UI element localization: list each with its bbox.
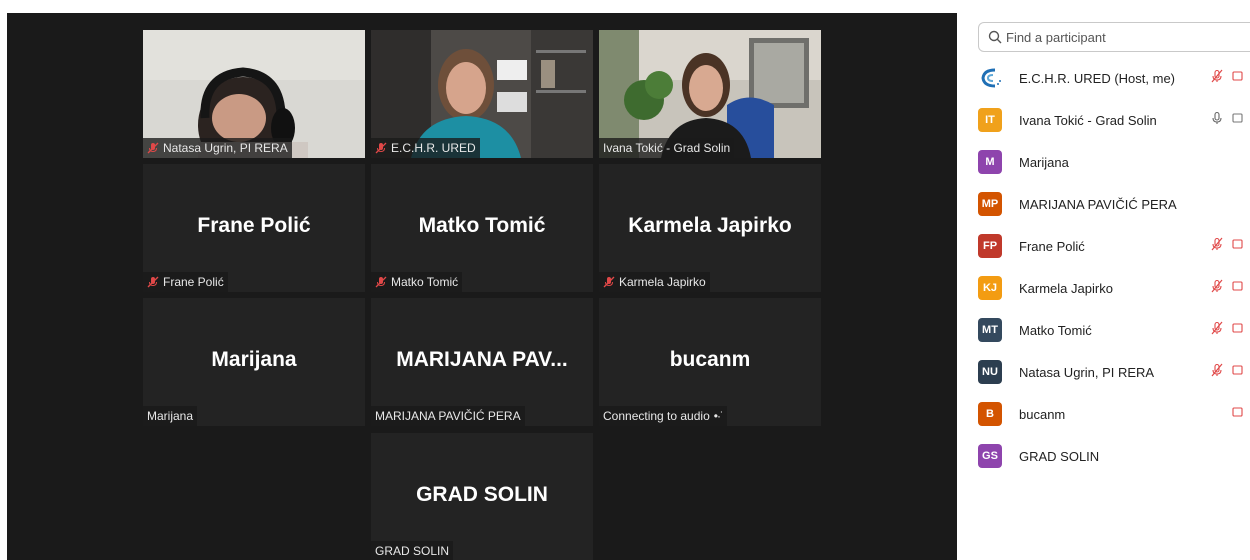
mic-muted-icon[interactable] bbox=[1210, 363, 1232, 380]
participant-row[interactable]: GS GRAD SOLIN bbox=[978, 435, 1250, 477]
participant-name-tag: Connecting to audio •·˙ bbox=[599, 406, 727, 426]
mic-muted-icon bbox=[147, 141, 163, 155]
participant-search-input[interactable]: Find a participant bbox=[978, 22, 1250, 52]
participant-display-name: Frane Polić bbox=[197, 214, 311, 238]
participant-tile[interactable]: Marijana Marijana bbox=[143, 298, 365, 426]
participant-tile[interactable]: GRAD SOLIN GRAD SOLIN bbox=[371, 433, 593, 560]
meeting-window: Natasa Ugrin, PI RERA E.C.H.R. URED Ivana … bbox=[0, 0, 1250, 560]
participant-label: Natasa Ugrin, PI RERA bbox=[163, 141, 288, 155]
participant-status-icons bbox=[1210, 405, 1250, 422]
video-icon[interactable] bbox=[1232, 321, 1250, 338]
participant-name-tag: Natasa Ugrin, PI RERA bbox=[143, 138, 292, 158]
participants-panel: Find a participant E.C.H.R. URED (Host, … bbox=[958, 0, 1250, 560]
mic-muted-icon bbox=[147, 275, 163, 289]
participant-tile[interactable]: Karmela Japirko Karmela Japirko bbox=[599, 164, 821, 292]
participant-row[interactable]: E.C.H.R. URED (Host, me) bbox=[978, 57, 1250, 99]
participant-name-tag: MARIJANA PAVIČIĆ PERA bbox=[371, 406, 525, 426]
participant-name-tag: GRAD SOLIN bbox=[371, 541, 454, 560]
participant-row[interactable]: MT Matko Tomić bbox=[978, 309, 1250, 351]
participant-status-icons bbox=[1210, 69, 1250, 86]
participant-row[interactable]: MP MARIJANA PAVIČIĆ PERA bbox=[978, 183, 1250, 225]
participant-tile[interactable]: Matko Tomić Matko Tomić bbox=[371, 164, 593, 292]
participant-label: Karmela Japirko bbox=[619, 275, 706, 289]
participant-label: GRAD SOLIN bbox=[375, 544, 450, 558]
video-icon[interactable] bbox=[1232, 363, 1250, 380]
participant-avatar: B bbox=[978, 402, 1002, 426]
mic-muted-icon bbox=[603, 275, 619, 289]
participant-display-name: bucanm bbox=[669, 348, 751, 372]
participant-row[interactable]: IT Ivana Tokić - Grad Solin bbox=[978, 99, 1250, 141]
mic-muted-icon[interactable] bbox=[1210, 69, 1232, 86]
participant-tile[interactable]: E.C.H.R. URED bbox=[371, 30, 593, 158]
participant-tile[interactable]: MARIJANA PAV... MARIJANA PAVIČIĆ PERA bbox=[371, 298, 593, 426]
mic-muted-icon bbox=[375, 275, 391, 289]
participant-row[interactable]: KJ Karmela Japirko bbox=[978, 267, 1250, 309]
video-icon[interactable] bbox=[1232, 405, 1250, 422]
search-icon bbox=[988, 30, 1002, 44]
participant-label: Marijana bbox=[147, 409, 194, 423]
participant-name: Ivana Tokić - Grad Solin bbox=[1019, 112, 1157, 128]
mic-muted-icon[interactable] bbox=[1210, 321, 1232, 338]
participant-avatar: IT bbox=[978, 108, 1002, 132]
video-icon[interactable] bbox=[1232, 69, 1250, 86]
host-logo-icon bbox=[978, 66, 1002, 90]
participant-display-name: Karmela Japirko bbox=[628, 214, 792, 238]
participant-label: MARIJANA PAVIČIĆ PERA bbox=[375, 409, 521, 423]
participant-label: Matko Tomić bbox=[391, 275, 459, 289]
participant-label: Frane Polić bbox=[163, 275, 224, 289]
participant-display-name: MARIJANA PAV... bbox=[396, 348, 568, 372]
participant-avatar: NU bbox=[978, 360, 1002, 384]
participant-status-icons bbox=[1210, 111, 1250, 128]
participant-avatar: M bbox=[978, 150, 1002, 174]
participant-status-icons bbox=[1210, 279, 1250, 296]
participant-tile[interactable]: Frane Polić Frane Polić bbox=[143, 164, 365, 292]
participant-avatar: KJ bbox=[978, 276, 1002, 300]
participant-name: Marijana bbox=[1019, 154, 1069, 170]
participant-name: Karmela Japirko bbox=[1019, 280, 1113, 296]
participant-label: Connecting to audio bbox=[603, 409, 710, 423]
participant-tile[interactable]: bucanm Connecting to audio •·˙ bbox=[599, 298, 821, 426]
participant-label: E.C.H.R. URED bbox=[391, 141, 476, 155]
participant-avatar: GS bbox=[978, 444, 1002, 468]
participant-display-name: Matko Tomić bbox=[418, 214, 546, 238]
participant-avatar: MP bbox=[978, 192, 1002, 216]
mic-icon[interactable] bbox=[1210, 111, 1232, 128]
participant-row[interactable]: NU Natasa Ugrin, PI RERA bbox=[978, 351, 1250, 393]
video-icon[interactable] bbox=[1232, 279, 1250, 296]
mic-muted-icon[interactable] bbox=[1210, 237, 1232, 254]
participant-name-tag: Matko Tomić bbox=[371, 272, 463, 292]
video-icon[interactable] bbox=[1232, 111, 1250, 128]
participant-name-tag: Ivana Tokić - Grad Solin bbox=[599, 138, 735, 158]
participant-name-tag: Frane Polić bbox=[143, 272, 228, 292]
participant-name: E.C.H.R. URED (Host, me) bbox=[1019, 70, 1176, 86]
gallery-view: Natasa Ugrin, PI RERA E.C.H.R. URED Ivana … bbox=[7, 13, 957, 560]
mic-muted-icon bbox=[375, 141, 391, 155]
participant-tile[interactable]: Ivana Tokić - Grad Solin bbox=[599, 30, 821, 158]
participant-name: Matko Tomić bbox=[1019, 322, 1092, 338]
participant-display-name: GRAD SOLIN bbox=[416, 483, 548, 507]
participant-display-name: Marijana bbox=[211, 348, 297, 372]
participant-name-tag: E.C.H.R. URED bbox=[371, 138, 480, 158]
connecting-dots-icon: •·˙ bbox=[713, 409, 724, 423]
participant-status-icons bbox=[1210, 321, 1250, 338]
video-icon[interactable] bbox=[1232, 237, 1250, 254]
participant-name: Frane Polić bbox=[1019, 238, 1085, 254]
mic-muted-icon[interactable] bbox=[1210, 279, 1232, 296]
participant-name-tag: Marijana bbox=[143, 406, 198, 426]
participant-tile[interactable]: Natasa Ugrin, PI RERA bbox=[143, 30, 365, 158]
participant-row[interactable]: Bbucanm bbox=[978, 393, 1250, 435]
participant-avatar: FP bbox=[978, 234, 1002, 258]
participant-label: Ivana Tokić - Grad Solin bbox=[603, 141, 731, 155]
participant-avatar: MT bbox=[978, 318, 1002, 342]
participant-status-icons bbox=[1210, 363, 1250, 380]
participant-name: MARIJANA PAVIČIĆ PERA bbox=[1019, 196, 1177, 212]
participant-status-icons bbox=[1210, 237, 1250, 254]
search-placeholder: Find a participant bbox=[1006, 29, 1106, 45]
participant-name: bucanm bbox=[1019, 406, 1066, 422]
participant-row[interactable]: M Marijana bbox=[978, 141, 1250, 183]
participant-name: Natasa Ugrin, PI RERA bbox=[1019, 364, 1155, 380]
participant-row[interactable]: FP Frane Polić bbox=[978, 225, 1250, 267]
participant-name: GRAD SOLIN bbox=[1019, 448, 1100, 464]
participant-name-tag: Karmela Japirko bbox=[599, 272, 710, 292]
